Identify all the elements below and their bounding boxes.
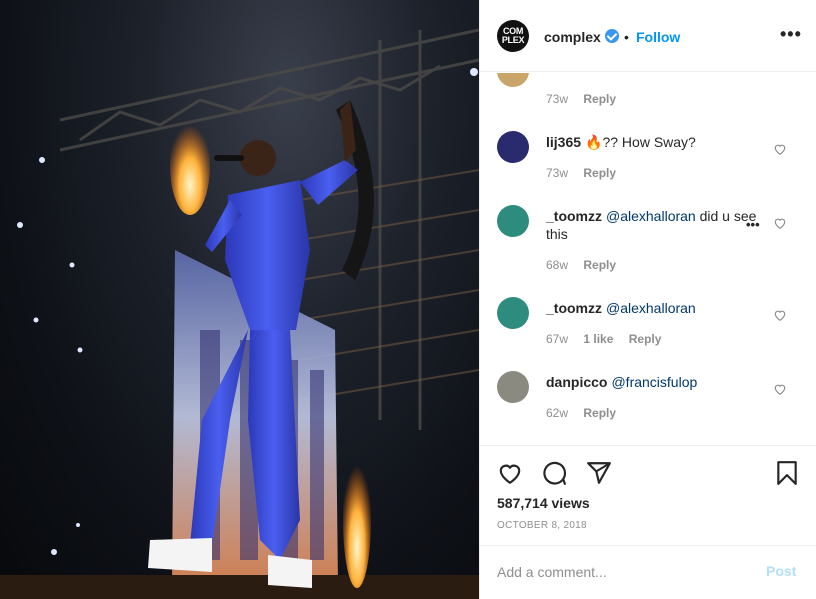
comment-age: 62w — [546, 406, 569, 420]
comment-text: _toomzz @alexhalloran — [546, 299, 771, 317]
comment-icon[interactable] — [541, 460, 567, 486]
small-heart-icon[interactable] — [773, 382, 787, 396]
reply-button[interactable]: Reply — [583, 258, 616, 272]
post-side-panel: COM PLEX complex • Follow ••• 73w Reply … — [479, 0, 816, 599]
post-header: COM PLEX complex • Follow ••• — [480, 0, 816, 72]
small-heart-icon[interactable] — [773, 216, 787, 230]
post-actions: 587,714 views OCTOBER 8, 2018 — [480, 445, 816, 545]
stage-floor — [0, 575, 479, 599]
reply-button[interactable]: Reply — [583, 406, 616, 420]
small-heart-icon[interactable] — [773, 142, 787, 156]
comment-username[interactable]: danpicco — [546, 374, 607, 390]
comment-mention[interactable]: @francisfulop — [611, 374, 697, 390]
comment-text: danpicco @francisfulop — [546, 373, 771, 391]
pyro-flame-right — [343, 452, 371, 588]
comment-meta: 67w 1 like Reply — [546, 332, 673, 346]
comment-likes-count[interactable]: 1 like — [583, 332, 613, 346]
comment-username[interactable]: lij365 — [546, 134, 581, 150]
comment-body: 🔥?? How Sway? — [585, 134, 696, 150]
comment-options-button[interactable]: ••• — [746, 217, 760, 232]
commenter-avatar[interactable] — [497, 371, 529, 403]
comment-meta: 68w Reply — [546, 258, 628, 272]
follow-button[interactable]: Follow — [636, 29, 680, 45]
reply-button[interactable]: Reply — [629, 332, 662, 346]
pyro-flame-left — [170, 115, 210, 215]
commenter-avatar[interactable] — [497, 297, 529, 329]
comments-list[interactable]: 73w Reply lij365 🔥?? How Sway? 73w Reply … — [480, 73, 816, 445]
small-heart-icon[interactable] — [773, 308, 787, 322]
comment-username[interactable]: _toomzz — [546, 300, 602, 316]
separator-dot: • — [624, 29, 629, 45]
comment-username[interactable]: _toomzz — [546, 208, 602, 224]
paper-plane-icon[interactable] — [586, 460, 612, 486]
comment-age: 73w — [546, 166, 569, 180]
comment-age: 67w — [546, 332, 569, 346]
view-count[interactable]: 587,714 views — [497, 495, 590, 511]
account-avatar[interactable]: COM PLEX — [497, 20, 529, 52]
comment-composer: Post — [480, 545, 816, 599]
comment-mention[interactable]: @alexhalloran — [606, 208, 696, 224]
avatar-text-bottom: PLEX — [501, 35, 525, 45]
post-video-frame — [0, 28, 479, 599]
comment-meta: 62w Reply — [546, 406, 628, 420]
post-media[interactable] — [0, 0, 479, 599]
comment-text: lij365 🔥?? How Sway? — [546, 133, 771, 151]
comment-meta: 73w Reply — [546, 92, 628, 106]
comment-mention[interactable]: @alexhalloran — [606, 300, 696, 316]
reply-button[interactable]: Reply — [583, 92, 616, 106]
account-username[interactable]: complex — [544, 29, 601, 45]
post-date[interactable]: OCTOBER 8, 2018 — [497, 520, 587, 531]
comment-input[interactable] — [497, 562, 752, 582]
verified-badge-icon — [605, 29, 619, 43]
bookmark-icon[interactable] — [774, 460, 800, 486]
comment-age: 73w — [546, 92, 569, 106]
post-comment-button[interactable]: Post — [766, 563, 796, 579]
commenter-avatar[interactable] — [497, 205, 529, 237]
comment-text: _toomzz @alexhalloran did u see this — [546, 207, 771, 243]
more-options-button[interactable]: ••• — [780, 24, 802, 45]
commenter-avatar[interactable] — [497, 73, 529, 87]
comment-meta: 73w Reply — [546, 166, 628, 180]
heart-icon[interactable] — [497, 460, 523, 486]
commenter-avatar[interactable] — [497, 131, 529, 163]
reply-button[interactable]: Reply — [583, 166, 616, 180]
comment-age: 68w — [546, 258, 569, 272]
